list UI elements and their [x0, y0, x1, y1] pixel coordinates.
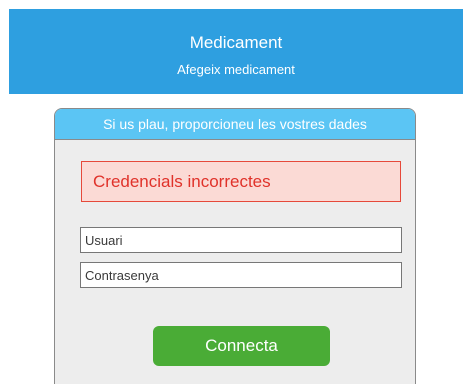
error-message: Credencials incorrectes [81, 161, 401, 202]
connect-button[interactable]: Connecta [153, 326, 330, 366]
app-header: Medicament Afegeix medicament [9, 9, 463, 94]
login-panel: Si us plau, proporcioneu les vostres dad… [54, 108, 416, 384]
login-panel-heading: Si us plau, proporcioneu les vostres dad… [55, 109, 415, 140]
password-input[interactable] [80, 262, 402, 288]
page-subtitle: Afegeix medicament [177, 62, 295, 77]
username-input[interactable] [80, 227, 402, 253]
page-title: Medicament [189, 33, 283, 52]
